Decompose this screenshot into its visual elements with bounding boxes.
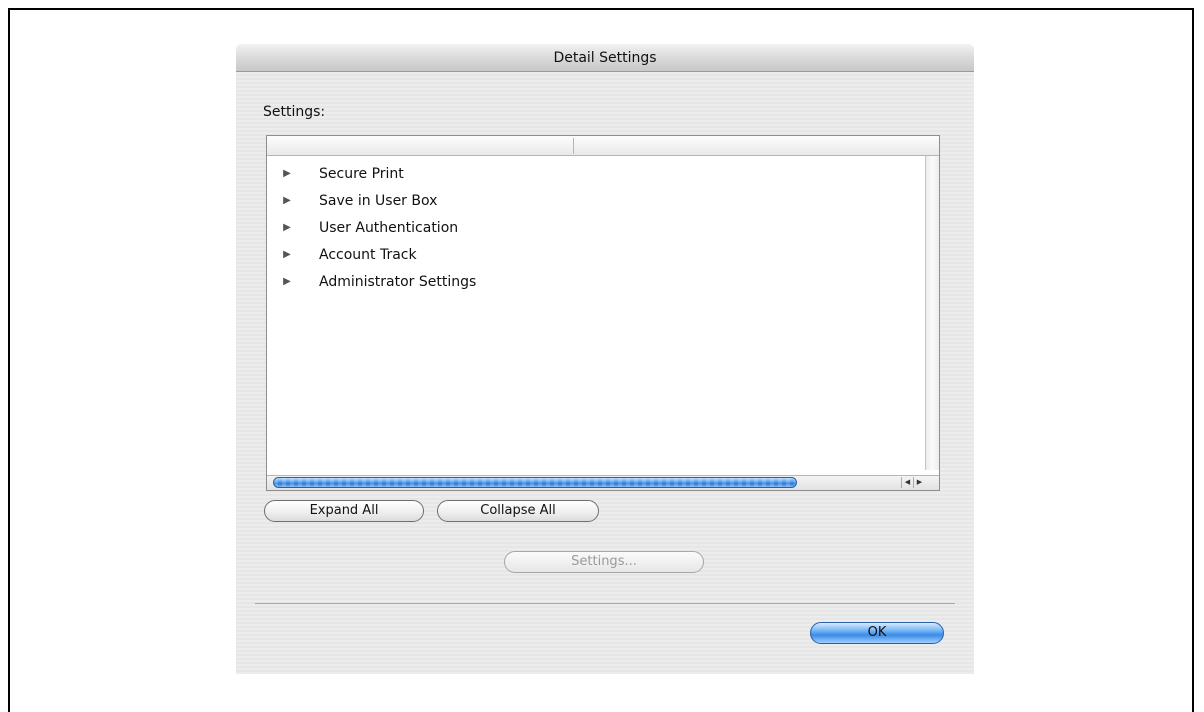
list-column-header [267,136,939,156]
horizontal-scroll-thumb[interactable] [273,477,797,488]
tree-item-save-in-user-box[interactable]: ▶ Save in User Box [267,187,923,214]
tree-item-administrator-settings[interactable]: ▶ Administrator Settings [267,268,923,295]
dialog-separator [255,603,955,604]
scroll-right-arrow-icon[interactable]: ▶ [913,477,925,488]
tree-item-user-authentication[interactable]: ▶ User Authentication [267,214,923,241]
disclosure-triangle-icon[interactable]: ▶ [280,168,294,179]
disclosure-triangle-icon[interactable]: ▶ [280,249,294,260]
detail-settings-dialog: Detail Settings Settings: ▶ Secure Print… [236,44,974,674]
disclosure-triangle-icon[interactable]: ▶ [280,276,294,287]
collapse-all-button[interactable]: Collapse All [437,500,599,522]
tree-items: ▶ Secure Print ▶ Save in User Box ▶ User… [267,160,923,295]
ok-button[interactable]: OK [810,622,944,644]
tree-item-label: Account Track [319,246,417,263]
horizontal-scrollbar[interactable]: ◀ ▶ [267,475,939,490]
scroll-left-arrow-icon[interactable]: ◀ [901,477,913,488]
vertical-scrollbar[interactable] [925,156,939,470]
tree-item-label: Administrator Settings [319,273,477,290]
expand-all-button[interactable]: Expand All [264,500,424,522]
horizontal-scroll-arrows: ◀ ▶ [901,477,925,488]
settings-button[interactable]: Settings... [504,551,704,573]
tree-item-label: Save in User Box [319,192,438,209]
tree-item-label: Secure Print [319,165,404,182]
tree-item-secure-print[interactable]: ▶ Secure Print [267,160,923,187]
tree-item-label: User Authentication [319,219,459,236]
window-title: Detail Settings [236,44,974,72]
settings-tree-list[interactable]: ▶ Secure Print ▶ Save in User Box ▶ User… [266,135,940,491]
disclosure-triangle-icon[interactable]: ▶ [280,195,294,206]
column-divider[interactable] [573,138,574,154]
settings-label: Settings: [263,104,326,120]
disclosure-triangle-icon[interactable]: ▶ [280,222,294,233]
tree-item-account-track[interactable]: ▶ Account Track [267,241,923,268]
